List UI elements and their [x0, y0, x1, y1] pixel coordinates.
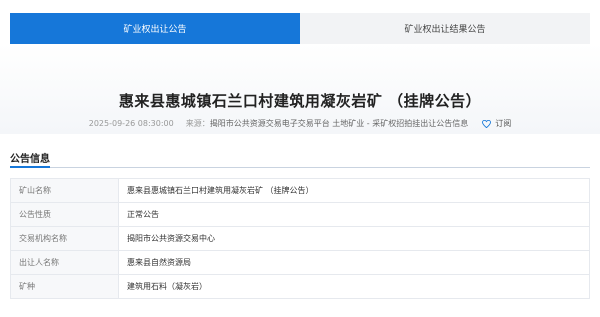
row-value: 揭阳市公共资源交易中心	[118, 226, 590, 251]
notice-info-table: 矿山名称 惠来县惠城镇石兰口村建筑用凝灰岩矿 （挂牌公告） 公告性质 正常公告 …	[10, 178, 590, 299]
table-row: 出让人名称 惠来县自然资源局	[10, 250, 590, 275]
tab-mining-rights-result-notice[interactable]: 矿业权出让结果公告	[300, 13, 590, 44]
source-text: 揭阳市公共资源交易电子交易平台 土地矿业 - 采矿权招拍挂出让公告信息	[209, 119, 469, 128]
tab-mining-rights-notice[interactable]: 矿业权出让公告	[10, 13, 300, 44]
source-label: 来源：	[185, 119, 210, 128]
article-meta: 2025-09-26 08:30:00 来源： 揭阳市公共资源交易电子交易平台 …	[0, 118, 600, 129]
row-value: 建筑用石料（凝灰岩）	[118, 274, 590, 299]
row-label: 交易机构名称	[10, 226, 119, 251]
row-value: 正常公告	[118, 202, 590, 227]
tab-bar: 矿业权出让公告 矿业权出让结果公告	[10, 13, 590, 44]
page-title: 惠来县惠城镇石兰口村建筑用凝灰岩矿 （挂牌公告）	[118, 92, 482, 110]
section-divider-accent	[10, 166, 50, 168]
row-label: 矿山名称	[10, 178, 119, 203]
table-row: 交易机构名称 揭阳市公共资源交易中心	[10, 226, 590, 251]
table-row: 矿山名称 惠来县惠城镇石兰口村建筑用凝灰岩矿 （挂牌公告）	[10, 178, 590, 203]
row-label: 矿种	[10, 274, 119, 299]
row-value: 惠来县自然资源局	[118, 250, 590, 275]
table-row: 公告性质 正常公告	[10, 202, 590, 227]
row-value: 惠来县惠城镇石兰口村建筑用凝灰岩矿 （挂牌公告）	[118, 178, 590, 203]
row-label: 出让人名称	[10, 250, 119, 275]
subscribe-button[interactable]: 订阅	[482, 118, 511, 129]
publish-date: 2025-09-26 08:30:00	[88, 119, 174, 128]
section-title: 公告信息	[10, 154, 50, 165]
subscribe-label: 订阅	[495, 119, 512, 128]
heart-icon	[482, 119, 492, 128]
table-row: 矿种 建筑用石料（凝灰岩）	[10, 274, 590, 299]
row-label: 公告性质	[10, 202, 119, 227]
section-divider	[10, 167, 590, 168]
